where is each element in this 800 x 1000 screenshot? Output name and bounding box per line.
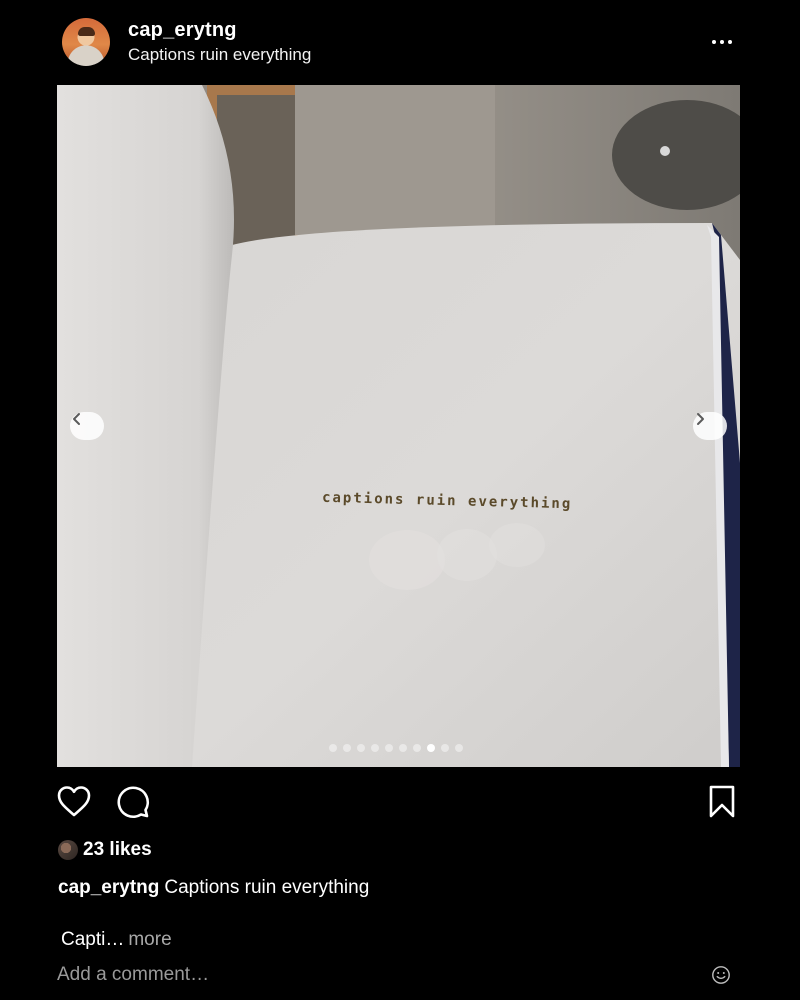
heart-icon — [57, 786, 91, 817]
post-header: cap_erytng Captions ruin everything — [0, 0, 800, 84]
previous-slide-button[interactable] — [70, 412, 104, 440]
emoji-icon — [712, 966, 730, 984]
caption-username[interactable]: cap_erytng — [58, 877, 159, 898]
comment-icon — [117, 786, 149, 818]
truncated-text: Capti… — [61, 929, 125, 950]
carousel-dot — [455, 744, 463, 752]
post-caption: cap_erytng Captions ruin everything — [58, 877, 369, 899]
more-link[interactable]: more — [128, 929, 171, 950]
carousel-indicator — [329, 744, 463, 752]
comment-button[interactable] — [115, 784, 151, 820]
photo-scene — [57, 85, 740, 767]
avatar-hair — [78, 27, 95, 36]
comment-input[interactable] — [57, 962, 697, 988]
emoji-button[interactable] — [710, 964, 732, 986]
truncated-comment: Capti… more — [61, 929, 172, 951]
likes-row[interactable]: 23 likes — [58, 839, 152, 861]
carousel-dot — [399, 744, 407, 752]
carousel-dot — [427, 744, 435, 752]
more-horizontal-icon — [728, 40, 732, 44]
post-username[interactable]: cap_erytng — [128, 19, 237, 42]
post-photo[interactable]: captions ruin everything — [57, 85, 740, 767]
carousel-dot — [329, 744, 337, 752]
like-button[interactable] — [56, 784, 92, 820]
carousel-dot — [413, 744, 421, 752]
avatar[interactable] — [62, 18, 110, 66]
chevron-right-icon — [697, 413, 704, 425]
chevron-left-icon — [73, 413, 80, 425]
more-horizontal-icon — [720, 40, 724, 44]
next-slide-button[interactable] — [693, 412, 727, 440]
post-subtitle: Captions ruin everything — [128, 45, 312, 64]
more-options-button[interactable] — [706, 32, 738, 52]
carousel-dot — [371, 744, 379, 752]
likes-count[interactable]: 23 likes — [83, 839, 152, 861]
caption-text: Captions ruin everything — [164, 877, 370, 898]
carousel-dot — [343, 744, 351, 752]
save-button[interactable] — [704, 784, 740, 820]
carousel-dot — [385, 744, 393, 752]
carousel-dot — [357, 744, 365, 752]
more-horizontal-icon — [712, 40, 716, 44]
liker-avatar — [58, 840, 78, 860]
carousel-dot — [441, 744, 449, 752]
bookmark-icon — [709, 785, 735, 818]
